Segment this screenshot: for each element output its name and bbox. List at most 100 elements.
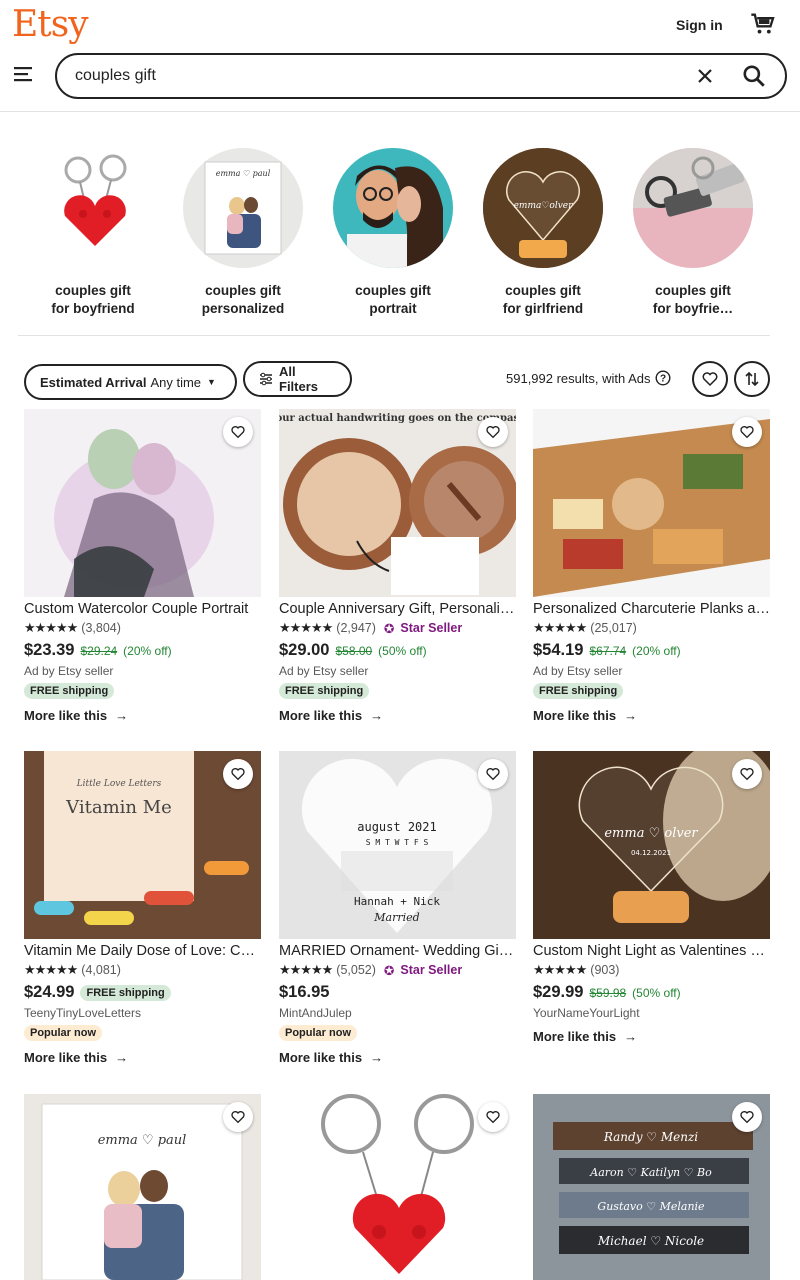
star-seller-badge: Star Seller <box>400 621 463 635</box>
popular-now-badge: Popular now <box>279 1025 357 1041</box>
listing-price: $24.99 <box>24 983 75 1001</box>
favorite-button[interactable] <box>732 1102 762 1132</box>
heart-icon <box>486 1111 500 1124</box>
listing-image[interactable]: Your actual handwriting goes on the comp… <box>279 409 516 597</box>
listing-title[interactable]: Couple Anniversary Gift, Personalized Co… <box>279 601 516 617</box>
listing-card[interactable]: Custom Watercolor Couple Portrait ★★★★★(… <box>24 409 261 723</box>
category-label: couples gift <box>55 283 131 298</box>
favorite-button[interactable] <box>478 759 508 789</box>
seller-name[interactable]: TeenyTinyLoveLetters <box>24 1006 261 1020</box>
listing-image[interactable] <box>24 409 261 597</box>
sign-in-link[interactable]: Sign in <box>676 17 723 33</box>
discount: (50% off) <box>378 643 427 658</box>
seller-name[interactable]: MintAndJulep <box>279 1006 516 1020</box>
estimated-arrival-dropdown[interactable]: Estimated Arrival Any time ▼ <box>24 364 237 400</box>
calendar-days-text: S M T W T F S <box>366 838 429 847</box>
seller-name[interactable]: YourNameYourLight <box>533 1006 770 1020</box>
listing-image[interactable]: emma ♡ paul <box>24 1094 261 1280</box>
category-label: couples gift <box>355 283 431 298</box>
favorite-button[interactable] <box>223 1102 253 1132</box>
favorite-button[interactable] <box>223 417 253 447</box>
sort-button[interactable] <box>734 361 770 397</box>
category-girlfriend[interactable]: emma♡olver couples gift for girlfriend <box>468 148 618 318</box>
more-like-this-label: More like this <box>533 1029 617 1044</box>
listing-image[interactable]: august 2021 S M T W T F S Hannah + Nick … <box>279 751 516 939</box>
original-price: $58.00 <box>335 643 373 658</box>
seller-info: Ad by Etsy seller <box>533 664 623 678</box>
save-search-button[interactable] <box>692 361 728 397</box>
favorite-button[interactable] <box>478 417 508 447</box>
popular-now-badge: Popular now <box>24 1025 102 1041</box>
listing-image[interactable] <box>279 1094 516 1280</box>
more-like-this-link[interactable]: More like this → <box>279 708 516 723</box>
listing-card[interactable]: Personalized Charcuterie Planks and Boar… <box>533 409 770 723</box>
review-count: (2,947) <box>336 621 376 635</box>
listing-title[interactable]: MARRIED Ornament- Wedding Gift Calendar <box>279 943 516 959</box>
cart-icon[interactable] <box>749 10 777 38</box>
arrow-right-icon: → <box>370 1050 384 1065</box>
listing-image[interactable]: Randy ♡ Menzi Aaron ♡ Katilyn ♡ Bo Gusta… <box>533 1094 770 1280</box>
etsy-logo[interactable]: Etsy <box>12 4 89 45</box>
review-count: (3,804) <box>81 621 121 635</box>
listing-title[interactable]: Custom Night Light as Valentines Gift <box>533 943 770 959</box>
listing-title[interactable]: Personalized Charcuterie Planks and Boar… <box>533 601 770 617</box>
calendar-married-text: Married <box>373 911 419 924</box>
category-portrait[interactable]: couples gift portrait <box>318 148 468 318</box>
more-like-this-label: More like this <box>533 708 617 723</box>
star-seller-icon: ✪ <box>383 963 395 978</box>
listing-title[interactable]: Custom Watercolor Couple Portrait <box>24 601 261 617</box>
listing-card[interactable] <box>279 1094 516 1280</box>
category-personalized[interactable]: emma ♡ paul couples gift personalized <box>168 148 318 318</box>
price-row: $29.00 $58.00 (50% off) <box>279 641 516 660</box>
clear-icon[interactable] <box>695 66 715 86</box>
more-like-this-link[interactable]: More like this → <box>533 1029 770 1044</box>
star-rating: ★★★★★ <box>533 962 587 977</box>
heart-icon <box>740 768 754 781</box>
listing-image[interactable] <box>533 409 770 597</box>
calendar-names-text: Hannah + Nick <box>354 895 440 908</box>
search-bar[interactable]: couples gift <box>55 53 787 99</box>
category-boyfriend-keychain[interactable]: couples gift for boyfrie… <box>618 148 768 318</box>
more-like-this-label: More like this <box>279 1050 363 1065</box>
heart-icon <box>486 426 500 439</box>
help-icon[interactable]: ? <box>655 370 671 386</box>
arrow-right-icon: → <box>115 708 129 723</box>
listing-rating: ★★★★★ (3,804) <box>24 620 261 636</box>
listing-card[interactable]: Your actual handwriting goes on the comp… <box>279 409 516 723</box>
star-rating: ★★★★★ <box>533 620 587 635</box>
star-seller-badge: Star Seller <box>400 963 463 977</box>
seller-info: Ad by Etsy seller <box>24 664 114 678</box>
free-shipping-badge: FREE shipping <box>24 683 115 699</box>
search-input[interactable]: couples gift <box>75 67 156 85</box>
board-name-text: Michael ♡ Nicole <box>597 1234 704 1248</box>
listing-image[interactable]: emma ♡ olver 04.12.2021 <box>533 751 770 939</box>
more-like-this-link[interactable]: More like this → <box>279 1050 516 1065</box>
listing-image[interactable]: Little Love Letters Vitamin Me <box>24 751 261 939</box>
category-boyfriend[interactable]: couples gift for boyfriend <box>18 148 168 318</box>
listing-card[interactable]: Little Love Letters Vitamin Me Vitamin M… <box>24 751 261 1065</box>
favorite-button[interactable] <box>223 759 253 789</box>
original-price: $29.24 <box>80 643 118 658</box>
heart-icon <box>231 426 245 439</box>
results-count: 591,992 results, with Ads ? <box>506 370 671 386</box>
calendar-month-text: august 2021 <box>357 820 436 834</box>
search-icon[interactable] <box>741 63 767 89</box>
favorite-button[interactable] <box>732 417 762 447</box>
favorite-button[interactable] <box>478 1102 508 1132</box>
category-label: couples gift <box>205 283 281 298</box>
more-like-this-link[interactable]: More like this → <box>24 708 261 723</box>
favorite-button[interactable] <box>732 759 762 789</box>
all-filters-button[interactable]: All Filters <box>243 361 352 397</box>
listing-card[interactable]: august 2021 S M T W T F S Hannah + Nick … <box>279 751 516 1065</box>
arrow-right-icon: → <box>624 708 638 723</box>
more-like-this-link[interactable]: More like this → <box>24 1050 261 1065</box>
listing-card[interactable]: emma ♡ paul <box>24 1094 261 1280</box>
listing-card[interactable]: emma ♡ olver 04.12.2021 Custom Night Lig… <box>533 751 770 1044</box>
more-like-this-link[interactable]: More like this → <box>533 708 770 723</box>
menu-icon[interactable] <box>12 62 36 86</box>
category-label: for boyfriend <box>51 301 135 316</box>
listing-price: $54.19 <box>533 641 584 659</box>
listing-card[interactable]: Randy ♡ Menzi Aaron ♡ Katilyn ♡ Bo Gusta… <box>533 1094 770 1280</box>
listing-title[interactable]: Vitamin Me Daily Dose of Love: Capsules <box>24 943 261 959</box>
category-label: for girlfriend <box>502 301 584 316</box>
